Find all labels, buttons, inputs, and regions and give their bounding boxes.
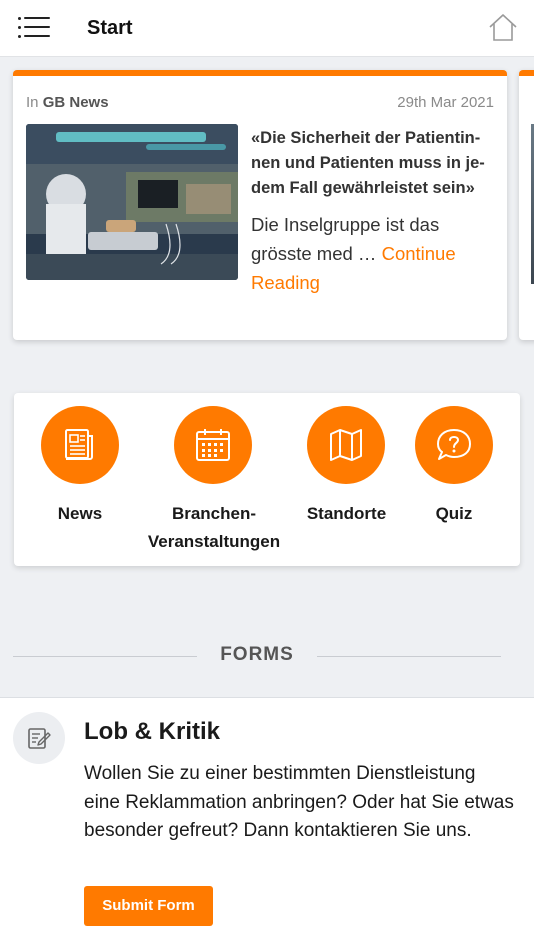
map-icon bbox=[307, 406, 385, 484]
forms-section-title: FORMS bbox=[220, 644, 294, 665]
form-card[interactable]: Lob & Kritik Wollen Sie zu einer bestimm… bbox=[0, 697, 534, 950]
quick-link-label: News bbox=[57, 504, 103, 523]
menu-list-icon[interactable] bbox=[18, 17, 50, 39]
quick-link-label: Quiz bbox=[435, 504, 473, 523]
source-prefix: In bbox=[26, 94, 39, 111]
question-bubble-icon bbox=[415, 406, 493, 484]
news-excerpt: Die Inselgruppe ist das grösste med … Co… bbox=[251, 210, 496, 297]
quick-link-label: Branchen-Veranstaltungen bbox=[147, 504, 281, 551]
next-news-card[interactable] bbox=[519, 70, 534, 340]
quick-link-quiz[interactable]: Quiz bbox=[415, 393, 520, 566]
divider-right bbox=[317, 656, 501, 657]
quick-links-panel: News Branchen-Veranstaltungen Standorte … bbox=[14, 393, 520, 566]
page-title: Start bbox=[87, 17, 133, 39]
form-title: Lob & Kritik bbox=[84, 718, 220, 745]
news-card[interactable]: In GB News 29th Mar 2021 «Die Sicherheit… bbox=[13, 70, 507, 340]
newspaper-icon bbox=[41, 406, 119, 484]
top-app-bar: Start bbox=[0, 0, 534, 57]
calendar-icon bbox=[174, 406, 252, 484]
form-description: Wollen Sie zu einer bestimmten Dienstlei… bbox=[84, 763, 514, 841]
quick-link-label: Standorte bbox=[306, 504, 387, 523]
news-headline[interactable]: «Die Sicherheit der Patientin­nen und Pa… bbox=[251, 126, 496, 201]
quick-link-events[interactable]: Branchen-Veranstaltungen bbox=[146, 393, 280, 566]
source-name: GB News bbox=[42, 94, 109, 111]
edit-form-icon bbox=[13, 712, 65, 764]
submit-form-button[interactable]: Submit Form bbox=[84, 886, 213, 926]
news-source: In GB News bbox=[26, 94, 109, 111]
operating-room-photo[interactable] bbox=[26, 124, 238, 280]
home-icon[interactable] bbox=[488, 13, 518, 43]
quick-link-locations[interactable]: Standorte bbox=[278, 393, 415, 566]
divider-left bbox=[13, 656, 197, 657]
news-date: 29th Mar 2021 bbox=[397, 94, 494, 111]
quick-link-news[interactable]: News bbox=[14, 393, 146, 566]
